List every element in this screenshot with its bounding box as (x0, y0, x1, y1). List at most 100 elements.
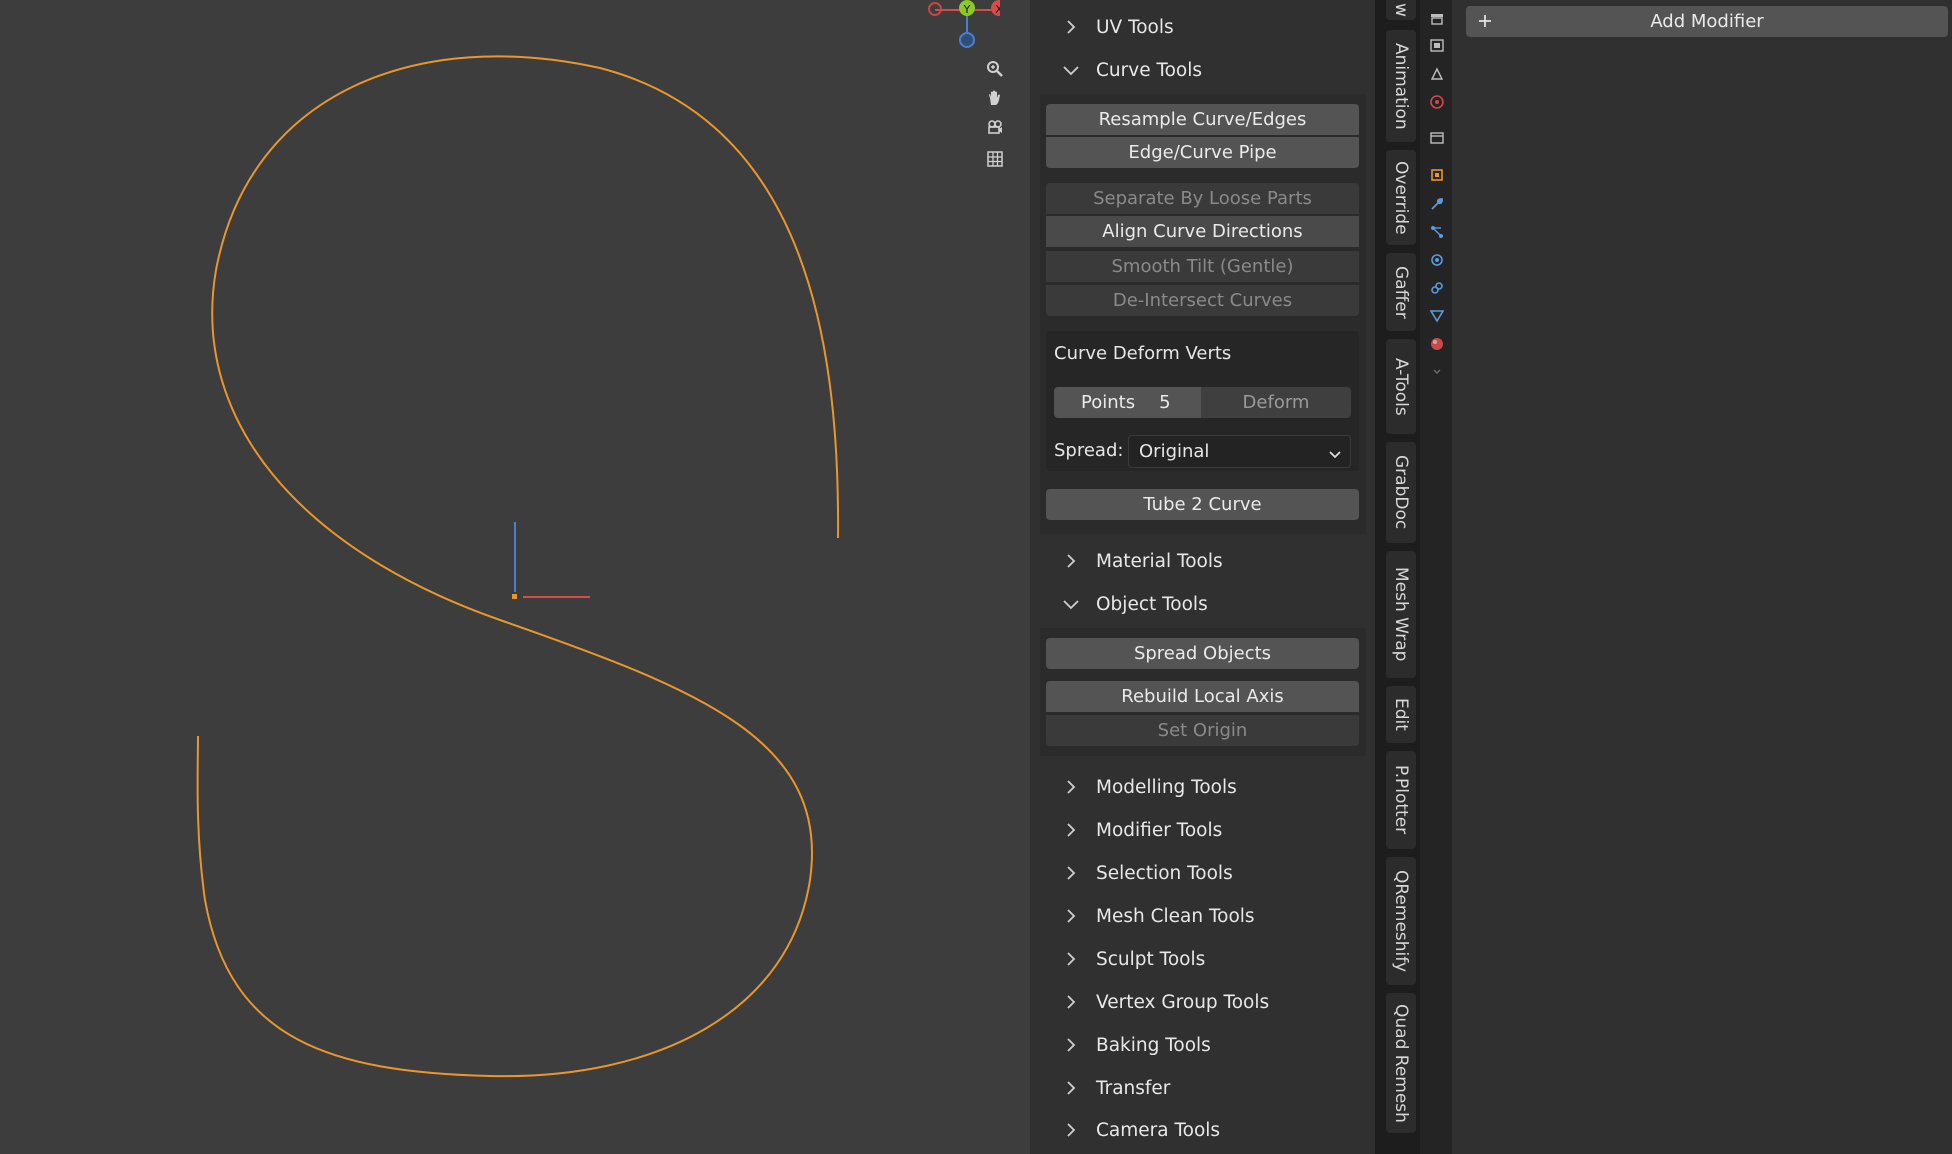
gizmo-x-label: X (995, 3, 1000, 16)
tab-label: Mesh Wrap (1391, 567, 1411, 662)
chevron-down-icon (1328, 444, 1342, 465)
panel-header-label: Curve Tools (1096, 59, 1203, 81)
tab-gaffer[interactable]: Gaffer (1386, 253, 1416, 331)
tab-label: A-Tools (1391, 357, 1411, 416)
collection-tab-icon[interactable] (1429, 130, 1445, 146)
chevron-right-icon (1060, 16, 1082, 38)
panel-header-label: Material Tools (1096, 550, 1223, 572)
chevron-right-icon (1060, 1119, 1082, 1141)
panel-header-object-tools[interactable]: Object Tools (1060, 586, 1208, 622)
align-curve-directions-button[interactable]: Align Curve Directions (1046, 216, 1359, 247)
tab-partial[interactable]: w (1386, 0, 1416, 20)
panel-header-modifier-tools[interactable]: Modifier Tools (1060, 812, 1222, 848)
tab-animation[interactable]: Animation (1386, 30, 1416, 142)
panel-header-label: Vertex Group Tools (1096, 991, 1270, 1013)
chevron-right-icon (1060, 948, 1082, 970)
tab-qremeshify[interactable]: QRemeshify (1386, 857, 1416, 985)
tab-label: Quad Remesh (1391, 1003, 1411, 1123)
output-tab-icon[interactable] (1429, 66, 1445, 82)
add-modifier-button[interactable]: Add Modifier (1466, 6, 1948, 37)
panel-header-selection-tools[interactable]: Selection Tools (1060, 855, 1233, 891)
material-tab-icon[interactable] (1429, 336, 1445, 352)
data-curve-tab-icon[interactable] (1429, 308, 1445, 324)
panel-header-label: Baking Tools (1096, 1034, 1211, 1056)
curve-object (196, 55, 840, 1078)
edge-curve-pipe-button[interactable]: Edge/Curve Pipe (1046, 137, 1359, 168)
panel-header-label: Sculpt Tools (1096, 948, 1206, 970)
tube-2-curve-button[interactable]: Tube 2 Curve (1046, 489, 1359, 520)
modifier-wrench-icon[interactable] (1429, 196, 1445, 212)
rebuild-local-axis-button[interactable]: Rebuild Local Axis (1046, 681, 1359, 712)
tab-override[interactable]: Override (1386, 150, 1416, 245)
panel-header-label: Modifier Tools (1096, 819, 1223, 841)
spread-value: Original (1139, 441, 1210, 462)
tab-edit[interactable]: Edit (1386, 686, 1416, 743)
constraints-tab-icon[interactable] (1429, 280, 1445, 296)
pan-hand-icon[interactable] (984, 87, 1006, 109)
set-origin-button[interactable]: Set Origin (1046, 715, 1359, 746)
properties-editor (1452, 0, 1952, 1154)
object-origin (512, 594, 517, 599)
panel-header-label: Selection Tools (1096, 862, 1233, 884)
world-tab-icon[interactable] (1429, 94, 1445, 110)
chevron-right-icon (1060, 1077, 1082, 1099)
panel-header-modelling-tools[interactable]: Modelling Tools (1060, 769, 1237, 805)
3d-viewport[interactable]: Y X (0, 0, 1030, 1154)
spread-objects-button[interactable]: Spread Objects (1046, 638, 1359, 669)
deform-button[interactable]: Deform (1201, 387, 1351, 418)
tab-label: P.Plotter (1391, 765, 1411, 835)
panel-header-label: Mesh Clean Tools (1096, 905, 1255, 927)
tab-label: Gaffer (1391, 265, 1411, 319)
chevron-right-icon (1060, 550, 1082, 572)
chevron-right-icon (1060, 991, 1082, 1013)
resample-curve-button[interactable]: Resample Curve/Edges (1046, 104, 1359, 135)
physics-tab-icon[interactable] (1429, 252, 1445, 268)
chevron-down-icon (1060, 593, 1082, 615)
panel-header-label: Transfer (1096, 1077, 1171, 1099)
particles-tab-icon[interactable] (1429, 224, 1445, 240)
grid-view-icon[interactable] (984, 148, 1006, 170)
tab-label: GrabDoc (1391, 455, 1411, 530)
points-label: Points (1081, 392, 1136, 413)
tab-p-plotter[interactable]: P.Plotter (1386, 751, 1416, 849)
curve-deform-title: Curve Deform Verts (1054, 343, 1232, 364)
panel-header-mesh-clean-tools[interactable]: Mesh Clean Tools (1060, 898, 1255, 934)
chevron-down-icon (1060, 59, 1082, 81)
render-tab-icon[interactable] (1429, 38, 1445, 54)
points-value: 5 (1159, 392, 1171, 413)
chevron-right-icon (1060, 905, 1082, 927)
gizmo-neg-z[interactable] (959, 32, 975, 48)
bezier-curve[interactable] (196, 55, 840, 1078)
panel-header-camera-tools[interactable]: Camera Tools (1060, 1112, 1220, 1148)
panel-header-curve-tools[interactable]: Curve Tools (1060, 52, 1202, 88)
panel-header-baking-tools[interactable]: Baking Tools (1060, 1027, 1211, 1063)
object-tab-icon[interactable] (1429, 167, 1445, 183)
zoom-icon[interactable] (984, 58, 1006, 80)
tab-a-tools[interactable]: A-Tools (1386, 339, 1416, 434)
panel-header-label: UV Tools (1096, 16, 1174, 38)
panel-header-material-tools[interactable]: Material Tools (1060, 543, 1223, 579)
panel-header-vertex-group-tools[interactable]: Vertex Group Tools (1060, 984, 1269, 1020)
smooth-tilt-button[interactable]: Smooth Tilt (Gentle) (1046, 251, 1359, 282)
chevron-right-icon (1060, 776, 1082, 798)
de-intersect-curves-button[interactable]: De-Intersect Curves (1046, 285, 1359, 316)
panel-header-uv-tools[interactable]: UV Tools (1060, 9, 1174, 45)
camera-view-icon[interactable] (984, 116, 1006, 138)
chevron-down-icon[interactable] (1429, 364, 1445, 380)
tab-quad-remesh[interactable]: Quad Remesh (1386, 993, 1416, 1133)
add-modifier-label: Add Modifier (1650, 11, 1764, 32)
spread-dropdown[interactable]: Original (1128, 435, 1351, 468)
tab-label: Override (1391, 160, 1411, 235)
panel-header-transfer[interactable]: Transfer (1060, 1070, 1170, 1106)
tab-mesh-wrap[interactable]: Mesh Wrap (1386, 551, 1416, 678)
navigation-gizmo[interactable]: Y X (920, 0, 1000, 50)
plus-icon (1479, 15, 1491, 27)
points-field[interactable]: Points 5 (1054, 387, 1201, 418)
panel-header-label: Modelling Tools (1096, 776, 1237, 798)
tab-grabdoc[interactable]: GrabDoc (1386, 442, 1416, 543)
tool-tab-icon[interactable] (1429, 11, 1445, 27)
tab-label: w (1391, 3, 1411, 17)
separate-loose-parts-button[interactable]: Separate By Loose Parts (1046, 183, 1359, 214)
panel-header-sculpt-tools[interactable]: Sculpt Tools (1060, 941, 1205, 977)
tab-label: QRemeshify (1391, 869, 1411, 972)
